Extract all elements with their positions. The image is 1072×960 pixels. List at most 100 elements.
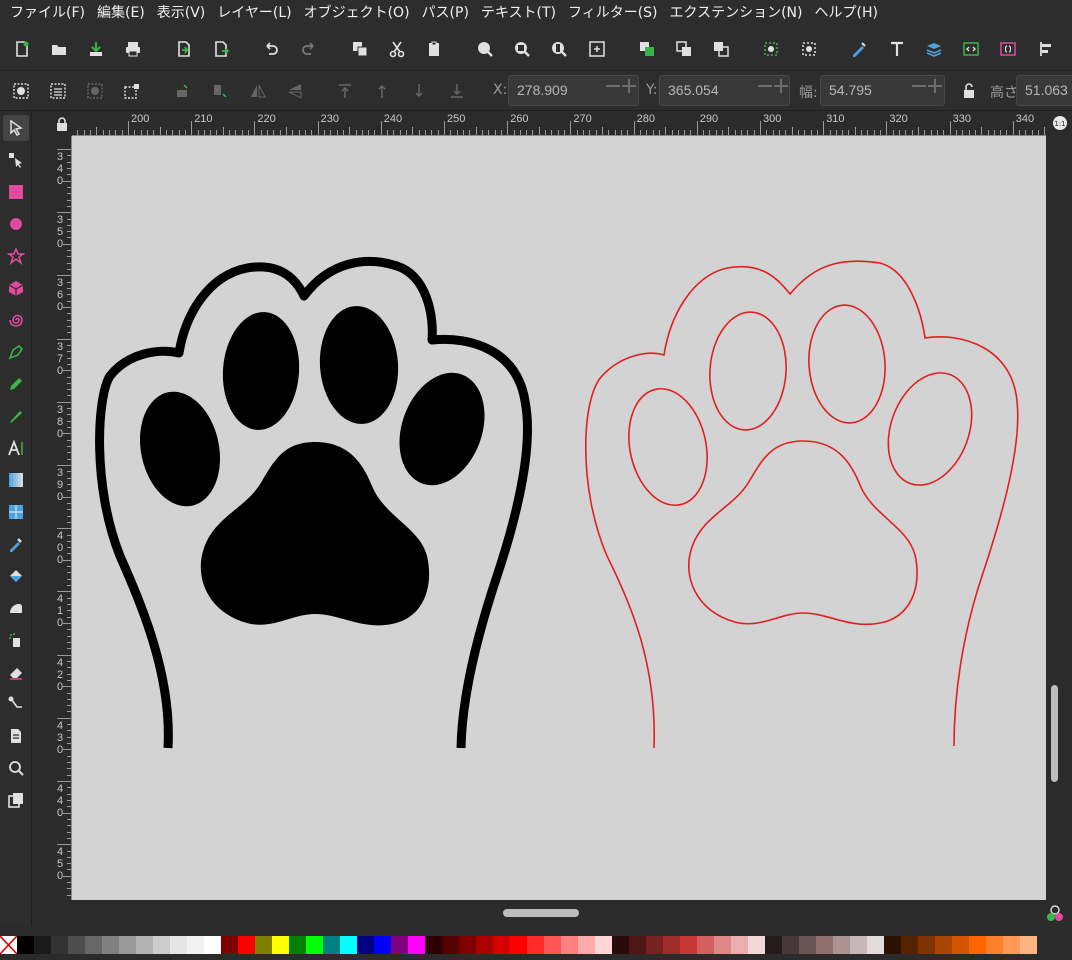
zoom-icon[interactable] xyxy=(3,755,29,781)
copy-icon[interactable] xyxy=(346,35,374,63)
palette-swatch[interactable] xyxy=(595,936,612,954)
menu-layer[interactable]: レイヤー(L) xyxy=(211,0,297,27)
redo-icon[interactable] xyxy=(295,35,323,63)
vertical-scrollbar-thumb[interactable] xyxy=(1051,685,1058,782)
palette-swatch[interactable] xyxy=(306,936,323,954)
invert-selection-icon[interactable] xyxy=(82,78,108,104)
outline-paw[interactable] xyxy=(584,260,1019,749)
gradient-icon[interactable] xyxy=(3,467,29,493)
palette-swatch[interactable] xyxy=(1020,936,1037,954)
mesh-icon[interactable] xyxy=(3,499,29,525)
palette-swatch[interactable] xyxy=(459,936,476,954)
filled-main-pad[interactable] xyxy=(200,442,430,626)
palette-swatch[interactable] xyxy=(238,936,255,954)
menu-help[interactable]: ヘルプ(H) xyxy=(809,0,884,27)
palette-swatch[interactable] xyxy=(323,936,340,954)
palette-swatch[interactable] xyxy=(816,936,833,954)
menu-path[interactable]: パス(P) xyxy=(416,0,475,27)
outline-toe-2[interactable] xyxy=(706,309,790,432)
cut-icon[interactable] xyxy=(383,35,411,63)
filled-paw[interactable] xyxy=(95,256,532,749)
unlink-clone-icon[interactable] xyxy=(707,35,735,63)
palette-swatch[interactable] xyxy=(17,936,34,954)
fill-stroke-icon[interactable] xyxy=(845,35,873,63)
palette-swatch[interactable] xyxy=(34,936,51,954)
palette-swatch[interactable] xyxy=(748,936,765,954)
flip-horizontal-icon[interactable] xyxy=(245,78,271,104)
pencil-icon[interactable] xyxy=(3,371,29,397)
x-field[interactable]: 278.909 xyxy=(508,75,639,106)
menu-extensions[interactable]: エクステンション(N) xyxy=(664,0,809,27)
select-all-icon[interactable] xyxy=(8,78,34,104)
open-icon[interactable] xyxy=(45,35,73,63)
lock-ratio-icon[interactable] xyxy=(956,78,982,104)
palette-swatch[interactable] xyxy=(918,936,935,954)
palette-swatch[interactable] xyxy=(170,936,187,954)
zoom-corner[interactable]: 1:1 xyxy=(1046,111,1072,136)
outline-toe-3[interactable] xyxy=(805,302,889,425)
palette-swatch[interactable] xyxy=(935,936,952,954)
palette-swatch[interactable] xyxy=(340,936,357,954)
palette-swatch[interactable] xyxy=(799,936,816,954)
ungroup-icon[interactable] xyxy=(795,35,823,63)
outline-paw-contour[interactable] xyxy=(584,260,1019,749)
zoom-page-width-icon[interactable] xyxy=(583,35,611,63)
palette-swatch[interactable] xyxy=(561,936,578,954)
palette-swatch[interactable] xyxy=(867,936,884,954)
palette-swatch[interactable] xyxy=(731,936,748,954)
palette-swatch[interactable] xyxy=(289,936,306,954)
palette-swatch[interactable] xyxy=(612,936,629,954)
rectangle-icon[interactable] xyxy=(3,179,29,205)
import-icon[interactable] xyxy=(170,35,198,63)
paste-icon[interactable] xyxy=(420,35,448,63)
spray-icon[interactable] xyxy=(3,627,29,653)
tweak-icon[interactable] xyxy=(3,595,29,621)
horizontal-ruler[interactable]: 200 210 220 230 240 250 260 270 280 290 300 310 320 3… xyxy=(72,111,1046,136)
palette-swatch[interactable] xyxy=(221,936,238,954)
save-icon[interactable] xyxy=(82,35,110,63)
palette-swatch[interactable] xyxy=(119,936,136,954)
y-field[interactable]: 365.054 xyxy=(659,75,790,106)
filled-toe-4[interactable] xyxy=(385,361,500,497)
menu-file[interactable]: ファイル(F) xyxy=(4,0,91,27)
no-paint-swatch[interactable] xyxy=(0,935,18,955)
palette-swatch[interactable] xyxy=(765,936,782,954)
palette-swatch[interactable] xyxy=(68,936,85,954)
deselect-icon[interactable] xyxy=(119,78,145,104)
text-font-icon[interactable] xyxy=(883,35,911,63)
undo-icon[interactable] xyxy=(257,35,285,63)
palette-swatch[interactable] xyxy=(442,936,459,954)
palette-swatch[interactable] xyxy=(374,936,391,954)
palette-swatch[interactable] xyxy=(901,936,918,954)
palette-swatch[interactable] xyxy=(578,936,595,954)
outline-main-pad[interactable] xyxy=(688,440,918,626)
palette-swatch[interactable] xyxy=(697,936,714,954)
palette-swatch[interactable] xyxy=(884,936,901,954)
horizontal-scrollbar-thumb[interactable] xyxy=(503,909,579,917)
palette-swatch[interactable] xyxy=(391,936,408,954)
menu-text[interactable]: テキスト(T) xyxy=(475,0,562,27)
filled-toe-3[interactable] xyxy=(316,303,402,426)
guides-lock-icon[interactable] xyxy=(55,116,69,132)
clone-icon[interactable] xyxy=(670,35,698,63)
palette-swatch[interactable] xyxy=(153,936,170,954)
width-field[interactable]: 54.795 xyxy=(820,75,945,106)
align-icon[interactable] xyxy=(1032,35,1060,63)
palette-swatch[interactable] xyxy=(136,936,153,954)
new-document-icon[interactable] xyxy=(8,35,36,63)
palette-swatch[interactable] xyxy=(85,936,102,954)
outline-toe-4[interactable] xyxy=(874,361,987,497)
vertical-scrollbar[interactable] xyxy=(1046,136,1072,900)
ellipse-icon[interactable] xyxy=(3,211,29,237)
palette-swatch[interactable] xyxy=(646,936,663,954)
pen-icon[interactable] xyxy=(3,339,29,365)
palette-swatch[interactable] xyxy=(850,936,867,954)
menu-object[interactable]: オブジェクト(O) xyxy=(298,0,416,27)
palette-swatch[interactable] xyxy=(969,936,986,954)
zoom-selection-icon[interactable] xyxy=(471,35,499,63)
rotate-cw-icon[interactable] xyxy=(207,78,233,104)
raise-icon[interactable] xyxy=(369,78,395,104)
group-icon[interactable] xyxy=(757,35,785,63)
palette-swatch[interactable] xyxy=(680,936,697,954)
width-decrement[interactable] xyxy=(912,85,926,87)
